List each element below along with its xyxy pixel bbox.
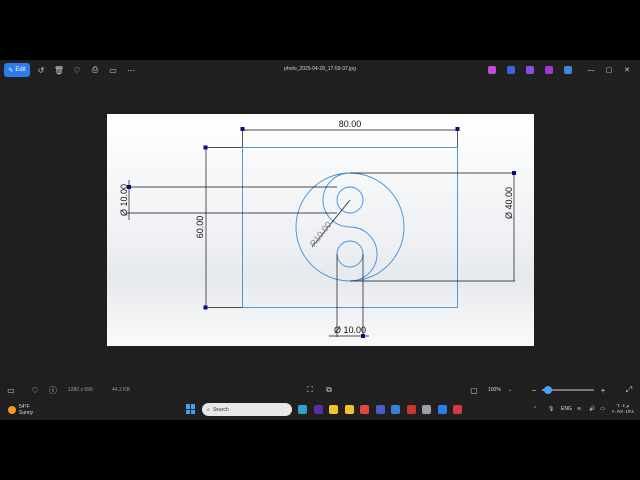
weather-condition: Sunny — [19, 410, 34, 416]
compare-icon[interactable]: ⧉ — [324, 385, 334, 395]
info-icon[interactable]: ⓘ — [48, 385, 58, 395]
app-icon-designer[interactable] — [526, 66, 534, 74]
image-canvas: 80.00 60.00 Ø 40.00 Ø 10.00 Ø 10.00 R10.… — [107, 114, 534, 346]
chevron-up-icon[interactable]: ⌃ — [533, 406, 537, 412]
taskbar-icon-record[interactable] — [453, 405, 462, 414]
fit-screen-icon[interactable]: ⛶ — [305, 385, 315, 395]
language-indicator[interactable]: ENG — [561, 406, 572, 412]
outer-rectangle — [242, 147, 458, 308]
taskbar-icon-teams[interactable] — [375, 405, 385, 414]
cad-drawing: 80.00 60.00 Ø 40.00 Ø 10.00 Ø 10.00 R10.… — [119, 119, 516, 338]
windows-start-icon[interactable] — [186, 404, 196, 414]
wifi-icon[interactable]: ≋ — [577, 406, 581, 412]
minimize-icon[interactable]: — — [585, 64, 597, 76]
search-placeholder: Search — [212, 406, 229, 413]
battery-icon[interactable]: ▭ — [600, 406, 605, 412]
taskbar-icon-solidworks[interactable] — [406, 405, 416, 414]
volume-icon[interactable]: 🔊 — [589, 406, 595, 412]
fullscreen-icon[interactable]: ⤢ — [624, 385, 634, 395]
filmstrip-icon[interactable]: ▭ — [6, 385, 16, 395]
taskbar-search[interactable]: ⌕ Search — [202, 403, 292, 416]
close-icon[interactable]: ✕ — [621, 64, 633, 76]
diameter-40-dimension[interactable]: Ø 40.00 — [504, 187, 514, 219]
viewer-status-bar: ▭ ♡ ⓘ 1280 x 696 44.2 KB ⛶ ⧉ ▢ 100% ⌄ − … — [0, 380, 640, 400]
taskbar-icon-photos[interactable] — [437, 405, 447, 414]
taskbar-icon-store[interactable] — [391, 405, 400, 414]
favorite-status-icon[interactable]: ♡ — [30, 385, 40, 395]
zoom-out-icon[interactable]: − — [529, 385, 539, 395]
taskbar-icon-user[interactable] — [422, 405, 431, 414]
diameter-10-bottom-dimension[interactable]: Ø 10.00 — [334, 325, 366, 335]
width-dimension[interactable]: 80.00 — [339, 119, 362, 129]
taskbar-icon-files[interactable] — [344, 405, 354, 414]
app-icon-purple[interactable] — [545, 66, 553, 74]
diameter-10-left-dimension[interactable]: Ø 10.00 — [119, 184, 129, 216]
clock-date: ٢٠٢٥/٠٤/٢٨ — [612, 409, 634, 414]
app-icon-photos[interactable] — [488, 66, 496, 74]
taskbar-icon-explorer[interactable] — [329, 405, 338, 414]
app-icon-clipchamp[interactable] — [507, 66, 515, 74]
search-icon: ⌕ — [207, 406, 210, 413]
taskbar-icon-copilot[interactable] — [298, 405, 307, 414]
photo-viewer-window: ✎ Edit ↺ 🗑 ♡ ⎙ ▭ ⋯ photo_2025-04-28_17-5… — [0, 60, 640, 400]
taskbar-clock[interactable]: ﻡ ٦:٠٤ ٢٠٢٥/٠٤/٢٨ — [612, 403, 634, 415]
zoom-dropdown[interactable]: 100% ⌄ — [484, 384, 520, 395]
zoom-in-icon[interactable]: + — [598, 385, 608, 395]
maximize-icon[interactable]: ▢ — [603, 64, 615, 76]
mic-icon[interactable]: 🎙 — [548, 406, 554, 412]
zoom-value: 100% — [488, 386, 501, 393]
image-resolution: 1280 x 696 — [68, 387, 93, 393]
windows-taskbar: 54°F Sunny ⌕ Search ⌃ 🎙 ENG ≋ 🔊 ▭ ﻡ ٦:٠٤… — [0, 400, 640, 420]
radius-dimension[interactable]: R10.00 — [308, 220, 334, 249]
height-dimension[interactable]: 60.00 — [195, 216, 205, 239]
file-size: 44.2 KB — [112, 387, 130, 393]
file-name: photo_2025-04-28_17-59-37.jpg — [284, 66, 356, 72]
lower-hole — [336, 240, 364, 268]
actual-size-icon[interactable]: ▢ — [469, 385, 479, 395]
taskbar-icon-chrome[interactable] — [360, 405, 369, 414]
chevron-down-icon: ⌄ — [507, 386, 512, 393]
zoom-slider[interactable] — [542, 386, 594, 394]
sun-icon — [8, 406, 16, 414]
app-icon-cloud[interactable] — [564, 66, 572, 74]
weather-widget[interactable]: 54°F Sunny — [8, 404, 33, 416]
taskbar-icon-media[interactable] — [313, 405, 323, 414]
zoom-slider-thumb[interactable] — [544, 386, 553, 394]
viewer-toolbar: ✎ Edit ↺ 🗑 ♡ ⎙ ▭ ⋯ photo_2025-04-28_17-5… — [0, 60, 640, 80]
